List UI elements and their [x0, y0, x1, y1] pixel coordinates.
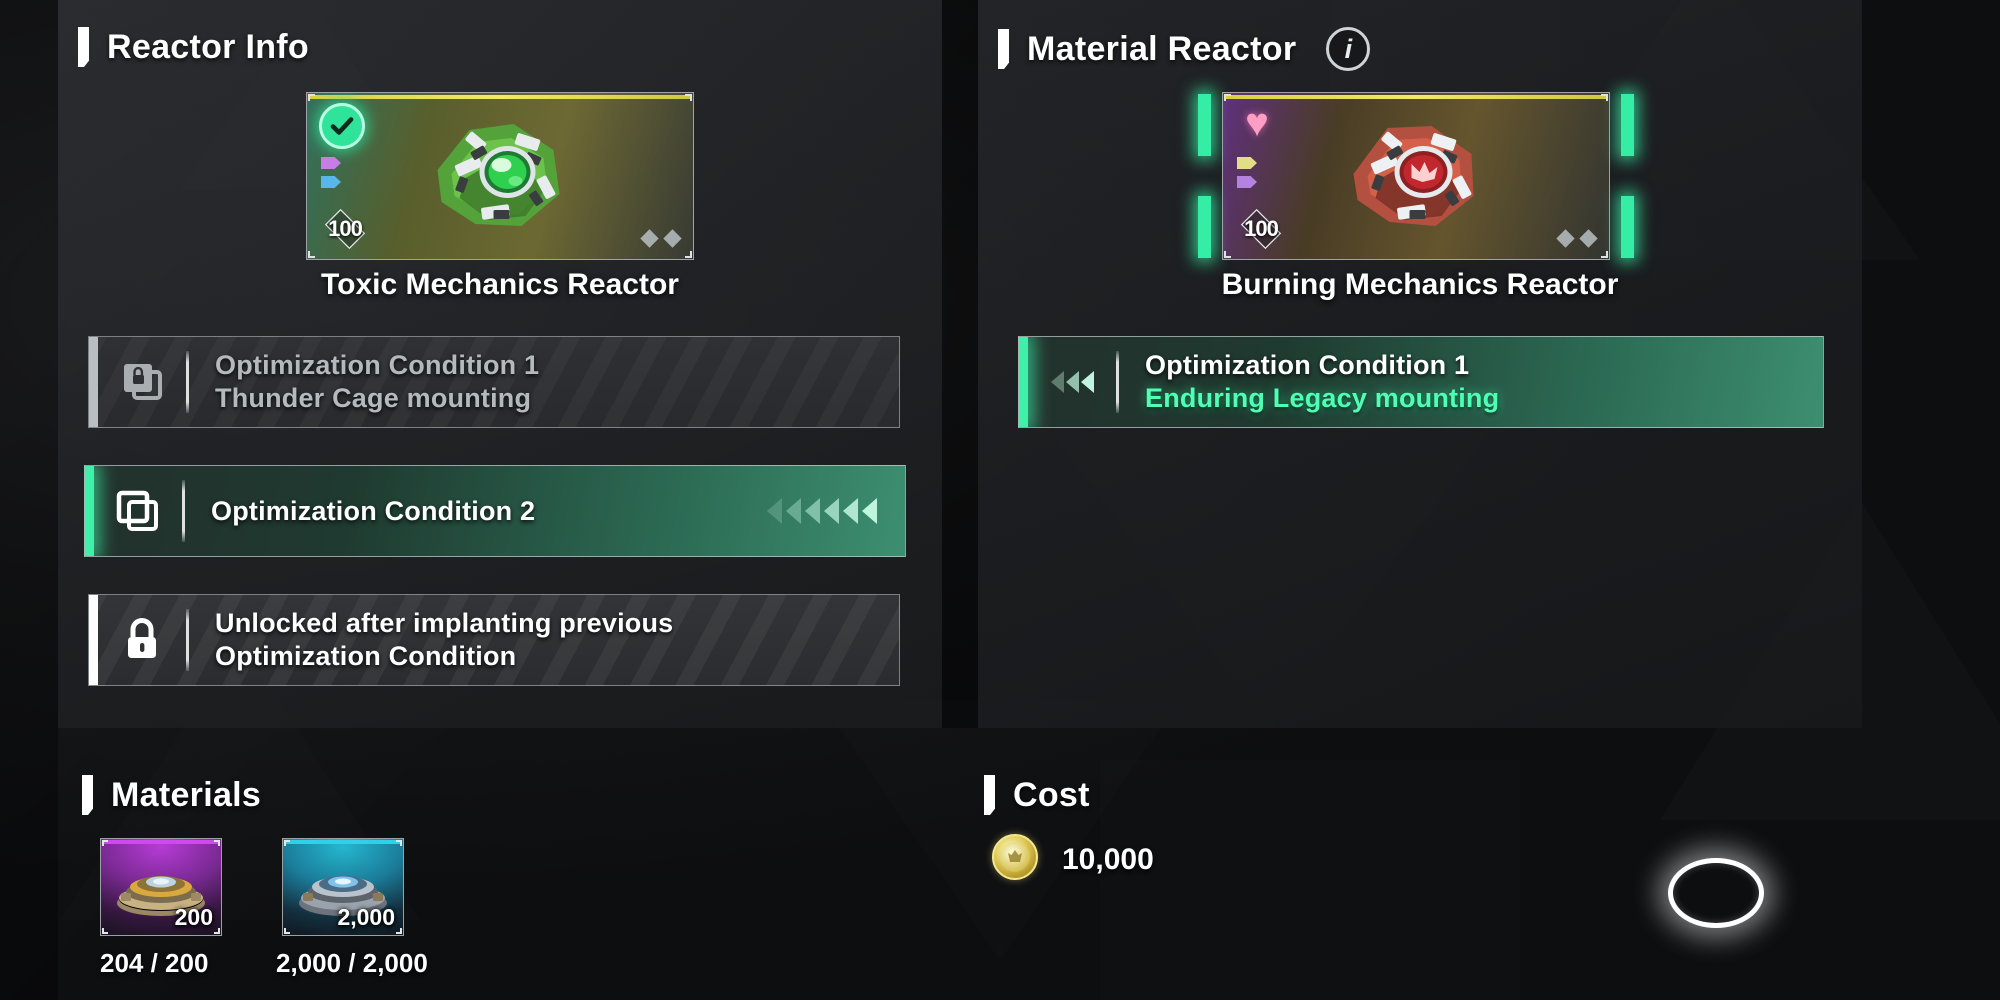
corner-mark [685, 94, 692, 101]
corner-mark [1224, 251, 1231, 258]
section-marker-icon [78, 27, 89, 67]
material-condition-1-label: Optimization Condition 1 [1145, 350, 1470, 380]
reactor-gem-slots [1556, 229, 1598, 248]
gem-slot [640, 229, 659, 248]
row-accent-bar [89, 337, 98, 427]
pip-purple [1237, 176, 1257, 188]
pip-blue [321, 176, 341, 188]
reactor-info-header: Reactor Info [78, 27, 309, 67]
materials-title: Materials [111, 775, 262, 814]
toxic-reactor-art [437, 124, 560, 226]
section-marker-icon [82, 775, 93, 815]
check-icon [319, 103, 365, 149]
stack-icon [94, 466, 182, 556]
current-reactor-card[interactable]: 100 [306, 92, 694, 260]
material-1-count: 204 / 200 [100, 948, 209, 978]
corner-mark [1601, 94, 1608, 101]
pip-yellow [1237, 157, 1257, 169]
reactor-attribute-pips [1237, 157, 1257, 188]
condition-3-line-1: Unlocked after implanting previous [215, 608, 674, 638]
reactor-level-value: 100 [1244, 216, 1279, 241]
material-card-frame[interactable]: ♥ 100 [1222, 92, 1610, 260]
arrows-left-icon [1028, 337, 1116, 427]
padlock-icon [98, 595, 186, 685]
material-reactor-card[interactable]: ♥ 100 [1198, 92, 1634, 260]
material-reactor-title: Material Reactor [1027, 29, 1297, 68]
confirm-ring-icon[interactable] [1668, 858, 1764, 928]
material-optimization-condition-1-row[interactable]: Optimization Condition 1 Enduring Legacy… [1018, 336, 1824, 428]
reactor-level-badge: 100 [1233, 208, 1289, 250]
material-condition-1-value: Enduring Legacy mounting [1145, 383, 1500, 413]
info-icon[interactable]: i [1326, 27, 1371, 71]
material-2-required: 2,000 [337, 904, 395, 930]
cost-header: Cost [984, 775, 1090, 815]
heart-icon: ♥ [1245, 101, 1269, 145]
transfer-arrows-icon [767, 498, 877, 524]
optimization-condition-2-row[interactable]: Optimization Condition 2 [84, 465, 906, 557]
reactor-attribute-pips [321, 157, 341, 188]
corner-mark [308, 94, 315, 101]
gem-slot [663, 229, 682, 248]
section-marker-icon [998, 29, 1009, 69]
row-accent-bar [1019, 337, 1028, 427]
reactor-level-badge: 100 [317, 208, 373, 250]
selection-glow-right [1621, 94, 1634, 258]
corner-mark [1601, 251, 1608, 258]
section-marker-icon [984, 775, 995, 815]
cost-amount: 10,000 [1062, 843, 1154, 876]
material-reactor-name: Burning Mechanics Reactor [1221, 268, 1619, 301]
material-tier-bar [285, 840, 401, 844]
condition-3-line-2: Optimization Condition [215, 641, 517, 671]
gem-slot [1579, 229, 1598, 248]
material-2-count: 2,000 / 2,000 [276, 948, 428, 978]
condition-1-value: Thunder Cage mounting [215, 383, 532, 413]
rarity-bar [310, 95, 690, 99]
reactor-gem-slots [640, 229, 682, 248]
optimization-condition-1-row[interactable]: Optimization Condition 1 Thunder Cage mo… [88, 336, 900, 428]
material-slot-1[interactable]: 200 [100, 838, 222, 936]
cost-title: Cost [1013, 775, 1090, 814]
corner-mark [685, 251, 692, 258]
gem-slot [1556, 229, 1575, 248]
corner-mark [308, 251, 315, 258]
row-accent-bar [89, 595, 98, 685]
optimization-condition-3-row[interactable]: Unlocked after implanting previous Optim… [88, 594, 900, 686]
current-reactor-name: Toxic Mechanics Reactor [321, 268, 679, 301]
locked-stack-icon [98, 337, 186, 427]
material-reactor-header: Material Reactor i [998, 27, 1371, 71]
corner-mark [1224, 94, 1231, 101]
selection-glow-left [1198, 94, 1211, 258]
reactor-card-frame[interactable]: 100 [306, 92, 694, 260]
reactor-info-title: Reactor Info [107, 27, 309, 66]
pip-purple [321, 157, 341, 169]
material-1-required: 200 [174, 904, 213, 930]
condition-1-label: Optimization Condition 1 [215, 350, 540, 380]
row-accent-bar [85, 466, 94, 556]
material-tier-bar [103, 840, 219, 844]
rarity-bar [1226, 95, 1606, 99]
material-slot-2[interactable]: 2,000 [282, 838, 404, 936]
reactor-level-value: 100 [328, 216, 363, 241]
materials-header: Materials [82, 775, 261, 815]
burning-reactor-art [1353, 126, 1474, 226]
gold-coin-icon [992, 834, 1038, 880]
